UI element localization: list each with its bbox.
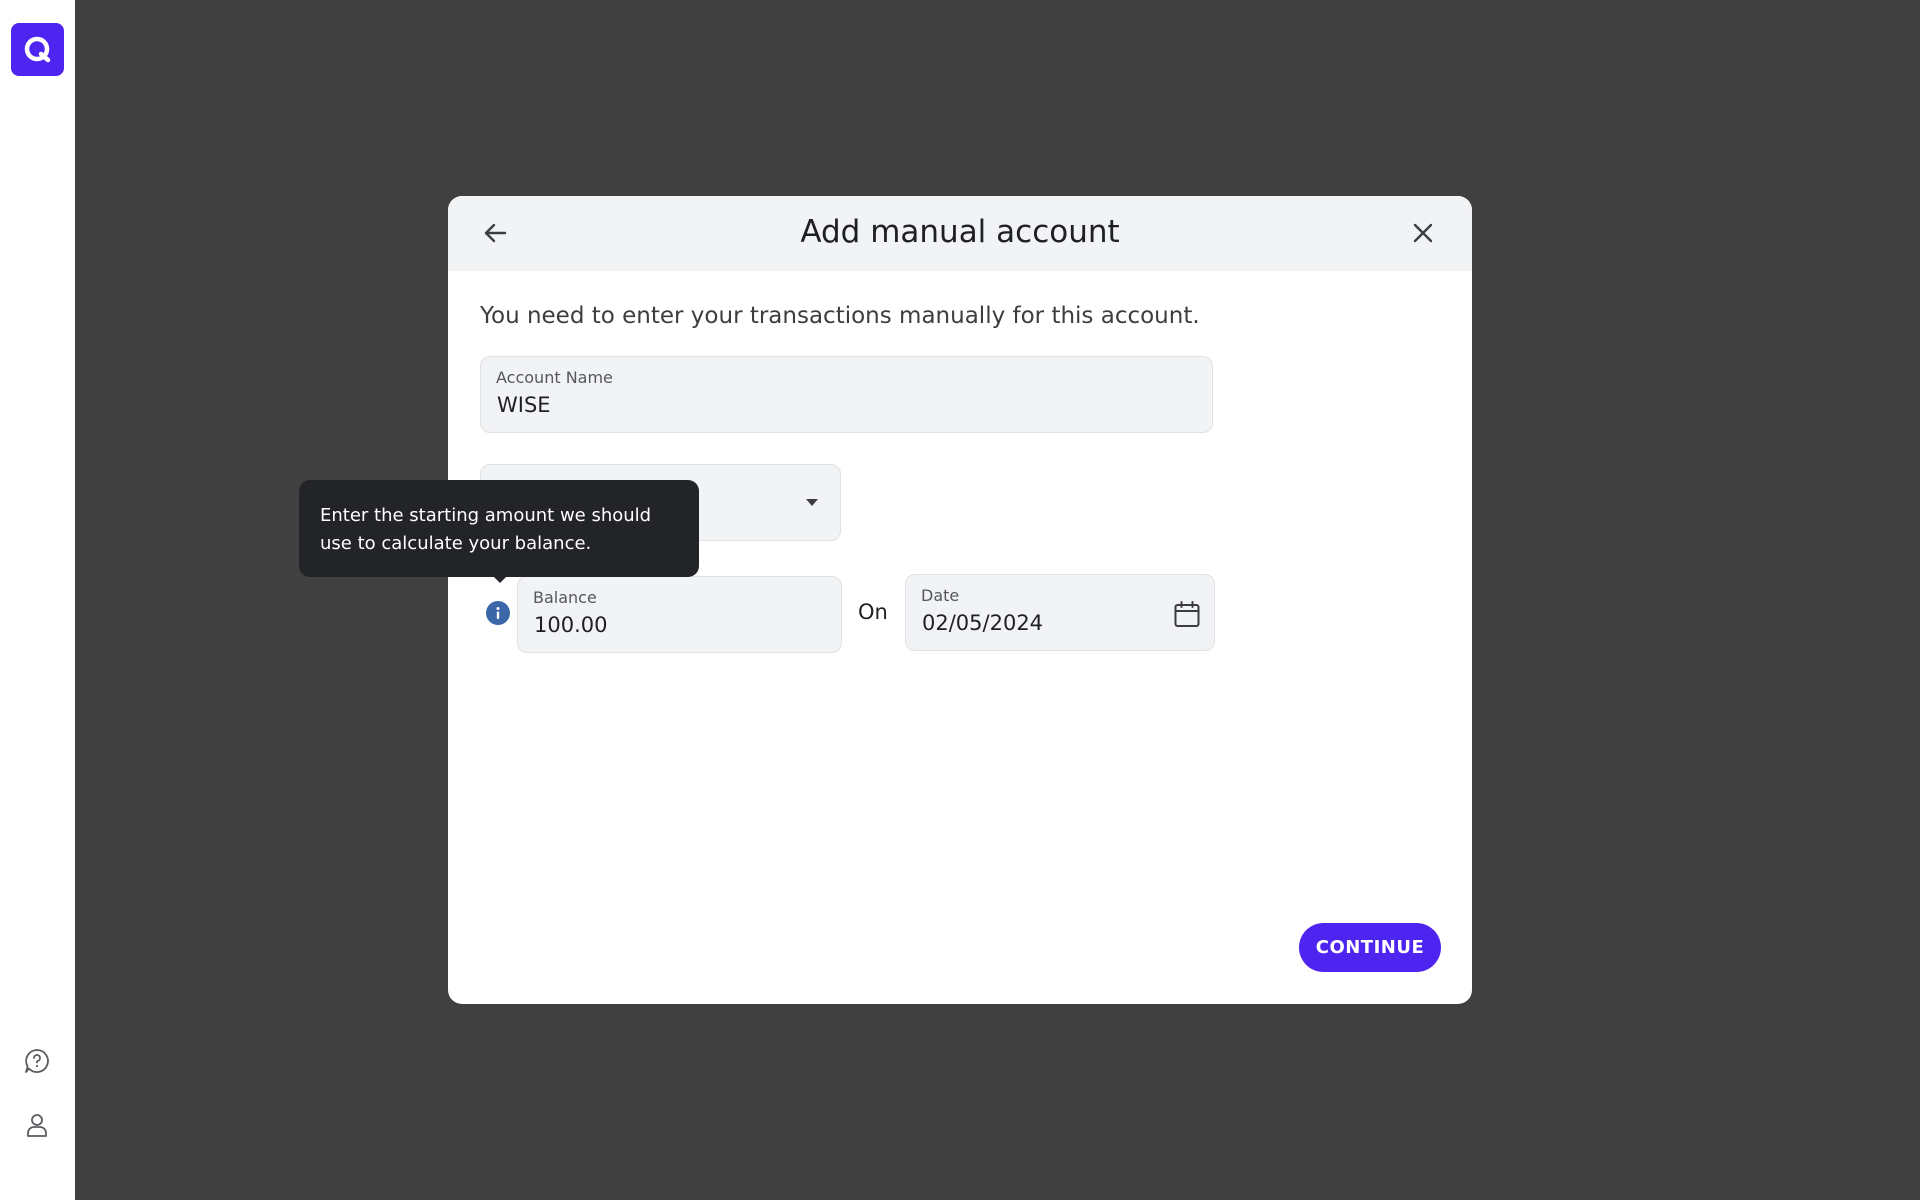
account-name-field[interactable]: Account Name WISE [480, 356, 1213, 433]
sidebar [0, 0, 75, 1200]
dialog-title: Add manual account [800, 214, 1120, 250]
calendar-icon[interactable] [1172, 599, 1202, 629]
balance-tooltip: Enter the starting amount we should use … [299, 480, 699, 583]
logo-icon [24, 36, 50, 62]
add-manual-account-dialog: Add manual account You need to enter you… [448, 196, 1472, 1004]
tooltip-arrow [490, 573, 510, 583]
info-icon[interactable] [486, 601, 510, 625]
profile-icon[interactable] [23, 1111, 51, 1139]
dialog-subtitle: You need to enter your transactions manu… [480, 303, 1200, 329]
close-button[interactable] [1406, 216, 1440, 250]
balance-value: 100.00 [534, 613, 608, 637]
account-name-value: WISE [497, 393, 551, 417]
tooltip-line-1: Enter the starting amount we should [320, 505, 652, 526]
date-label: Date [921, 586, 960, 605]
app-logo[interactable] [11, 23, 64, 76]
date-field[interactable]: Date 02/05/2024 [905, 574, 1215, 651]
date-value: 02/05/2024 [922, 611, 1044, 635]
tooltip-line-2: use to calculate your balance. [320, 533, 592, 554]
help-chat-icon[interactable] [23, 1047, 51, 1075]
dialog-header: Add manual account [448, 196, 1472, 271]
close-icon [1413, 223, 1433, 243]
continue-button[interactable]: CONTINUE [1299, 923, 1441, 972]
on-label: On [858, 600, 888, 624]
balance-label: Balance [533, 588, 597, 607]
balance-field[interactable]: Balance 100.00 [517, 576, 842, 653]
chevron-down-icon [806, 499, 818, 506]
account-name-label: Account Name [496, 368, 613, 387]
